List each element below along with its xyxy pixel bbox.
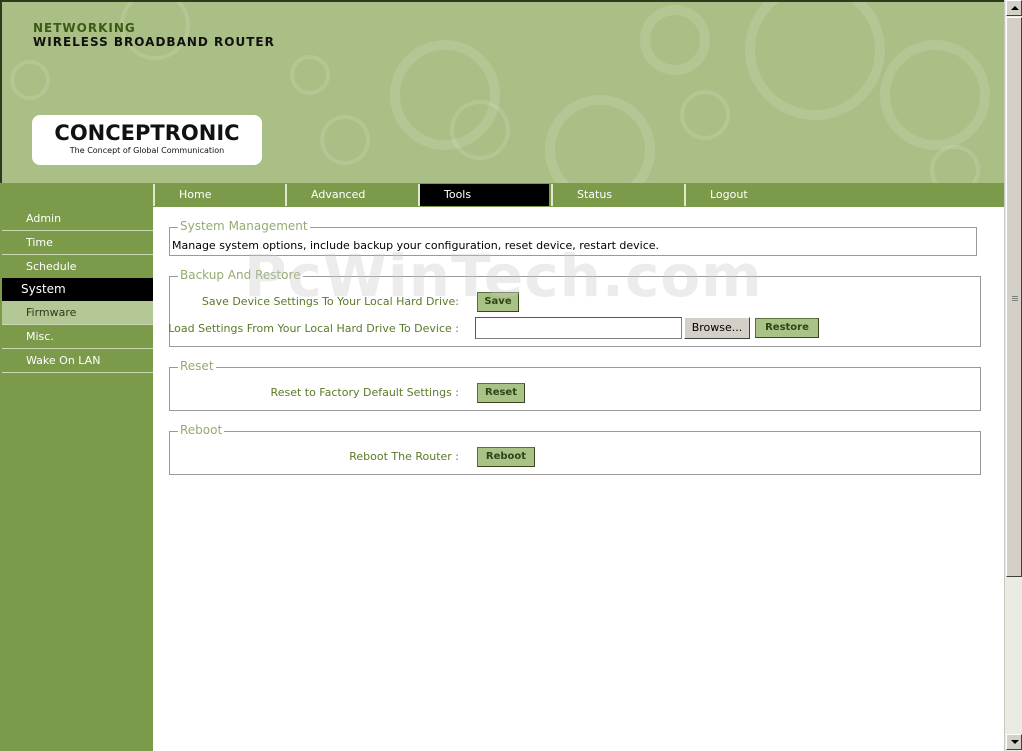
sidebar-item-misc[interactable]: Misc. [2,325,153,349]
sidebar-item-firmware[interactable]: Firmware [2,301,153,325]
arrow-down-icon [1011,740,1019,744]
banner-circle-decoration [680,90,730,140]
restore-button[interactable]: Restore [755,318,819,338]
sidebar-item-time[interactable]: Time [2,231,153,255]
banner-circle-decoration [880,40,990,150]
tab-home[interactable]: Home [153,184,284,206]
banner-circle-decoration [320,115,370,165]
reboot-section: Reboot Reboot The Router : Reboot [169,423,981,475]
scroll-down-button[interactable] [1006,734,1022,750]
sidebar-item-admin[interactable]: Admin [2,207,153,231]
logo-name: CONCEPTRONIC [54,121,240,145]
grip-line [1012,296,1018,297]
settings-file-input[interactable] [475,317,682,339]
browse-button[interactable]: Browse... [684,317,750,339]
grip-line [1012,298,1018,299]
banner-border [0,0,2,183]
banner-circle-decoration [10,60,50,100]
reset-button[interactable]: Reset [477,383,525,403]
header-banner: NETWORKING WIRELESS BROADBAND ROUTER CON… [0,0,1004,183]
reset-section: Reset Reset to Factory Default Settings … [169,359,981,411]
banner-circle-decoration [640,5,710,75]
header-networking-text: NETWORKING [33,21,136,35]
grip-line [1012,300,1018,301]
tab-advanced[interactable]: Advanced [285,184,416,206]
header-product-title: WIRELESS BROADBAND ROUTER [33,35,275,49]
banner-circle-decoration [745,0,885,120]
sidebar-item-system[interactable]: System [2,278,153,302]
logo-tagline: The Concept of Global Communication [69,146,225,155]
reset-legend: Reset [178,359,216,373]
top-nav: Home Advanced Tools Status Logout [153,183,1004,207]
arrow-up-icon [1011,6,1019,10]
sidebar-item-schedule[interactable]: Schedule [2,255,153,279]
brand-logo: CONCEPTRONIC The Concept of Global Commu… [32,115,262,165]
tab-status[interactable]: Status [551,184,682,206]
scrollbar-thumb[interactable] [1006,17,1022,577]
sidebar: Admin Time Schedule System Firmware Misc… [0,183,153,751]
banner-circle-decoration [545,95,655,183]
banner-border [0,0,1004,2]
tab-tools[interactable]: Tools [418,184,549,206]
banner-circle-decoration [290,55,330,95]
reboot-label: Reboot The Router : [349,450,459,463]
reset-label: Reset to Factory Default Settings : [270,386,459,399]
tab-logout[interactable]: Logout [684,184,815,206]
banner-circle-decoration [450,100,510,160]
vertical-scrollbar[interactable] [1004,0,1022,751]
sidebar-item-wake-on-lan[interactable]: Wake On LAN [2,349,153,373]
load-settings-label: Load Settings From Your Local Hard Drive… [168,322,459,335]
scroll-up-button[interactable] [1006,0,1022,16]
watermark-text: PcWinTech.com [244,242,763,310]
system-management-legend: System Management [178,219,310,233]
reboot-legend: Reboot [178,423,225,437]
reboot-button[interactable]: Reboot [477,447,535,467]
banner-circle-decoration [930,145,980,183]
